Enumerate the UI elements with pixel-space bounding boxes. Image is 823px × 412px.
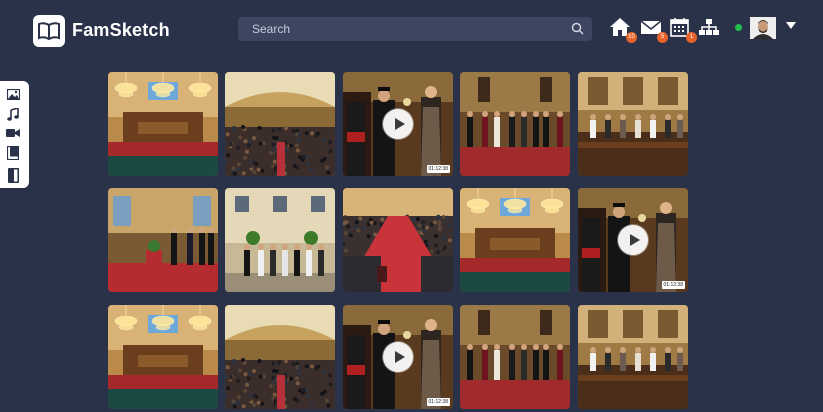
thumbnail-image <box>578 72 688 176</box>
avatar[interactable] <box>750 17 776 39</box>
video-thumbnail[interactable]: 01:12:38 <box>578 188 688 292</box>
video-duration: 01:12:38 <box>426 398 450 406</box>
photo-thumbnail[interactable] <box>343 188 453 292</box>
document-icon <box>7 167 19 183</box>
calendar-badge: 1 <box>686 32 697 43</box>
sidebar <box>0 81 29 188</box>
play-button[interactable] <box>382 108 414 140</box>
sidebar-item-photos[interactable] <box>5 86 21 102</box>
video-thumbnail[interactable]: 01:12:38 <box>343 305 453 409</box>
thumbnail-image <box>578 305 688 409</box>
thumbnail-image <box>460 305 570 409</box>
photo-thumbnail[interactable] <box>108 305 218 409</box>
online-status-dot <box>735 24 742 31</box>
search-bar <box>238 17 592 41</box>
video-thumbnail[interactable]: 01:12:38 <box>343 72 453 176</box>
family-tree-icon <box>699 19 719 35</box>
home-button[interactable]: 10 <box>609 16 637 43</box>
photo-thumbnail[interactable] <box>108 72 218 176</box>
photo-thumbnail[interactable] <box>225 188 335 292</box>
photo-icon <box>6 88 20 100</box>
thumbnail-image <box>460 188 570 292</box>
thumbnail-image <box>108 72 218 176</box>
video-icon <box>6 129 20 137</box>
app-name: FamSketch <box>72 20 170 40</box>
music-icon <box>7 107 19 121</box>
thumbnail-image <box>343 188 453 292</box>
thumbnail-image <box>108 305 218 409</box>
sidebar-item-videos[interactable] <box>5 125 21 141</box>
play-icon <box>618 225 648 255</box>
thumbnail-image <box>225 188 335 292</box>
photo-thumbnail[interactable] <box>460 72 570 176</box>
thumbnail-image <box>225 72 335 176</box>
play-button[interactable] <box>382 341 414 373</box>
play-icon <box>383 342 413 372</box>
photo-thumbnail[interactable] <box>460 188 570 292</box>
thumbnail-image <box>225 305 335 409</box>
photo-thumbnail[interactable] <box>578 72 688 176</box>
photo-thumbnail[interactable] <box>460 305 570 409</box>
photo-thumbnail[interactable] <box>578 305 688 409</box>
photo-thumbnail[interactable] <box>225 305 335 409</box>
family-tree-button[interactable] <box>698 16 720 38</box>
calendar-button[interactable]: 1 <box>669 16 697 43</box>
video-duration: 01:12:38 <box>426 165 450 173</box>
search-input[interactable] <box>238 17 558 41</box>
sidebar-item-documents[interactable] <box>5 167 21 183</box>
search-icon[interactable] <box>571 22 584 35</box>
thumbnail-image <box>108 188 218 292</box>
photo-thumbnail[interactable] <box>225 72 335 176</box>
play-button[interactable] <box>617 224 649 256</box>
mail-badge: 5 <box>657 32 668 43</box>
sidebar-item-books[interactable] <box>5 145 21 161</box>
top-bar: FamSketch 10 5 1 <box>0 0 823 64</box>
book-icon <box>7 146 19 160</box>
home-badge: 10 <box>626 32 637 43</box>
mail-button[interactable]: 5 <box>640 16 668 43</box>
play-icon <box>383 109 413 139</box>
video-duration: 01:12:38 <box>661 281 685 289</box>
photo-thumbnail[interactable] <box>108 188 218 292</box>
chevron-down-icon[interactable] <box>786 22 796 30</box>
thumbnail-image <box>460 72 570 176</box>
sidebar-item-music[interactable] <box>5 106 21 122</box>
logo-icon[interactable] <box>33 15 65 47</box>
